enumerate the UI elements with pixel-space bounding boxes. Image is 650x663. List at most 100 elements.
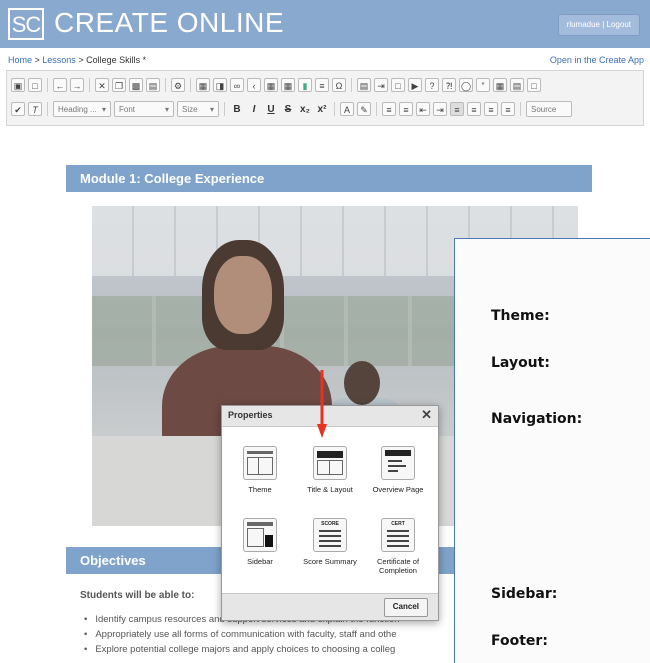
score-badge: SCORE [321,521,339,527]
fullscreen-icon[interactable]: □ [527,78,541,92]
underline-button[interactable]: U [264,104,278,115]
app-header: SC CREATE ONLINE rlumadue | Logout [0,0,650,48]
overview-page-tile[interactable]: Overview Page [368,446,428,494]
breadcrumb-current: College Skills * [86,55,147,65]
overview-page-icon [381,446,415,480]
title-layout-tile-label: Title & Layout [307,485,353,494]
book-icon[interactable]: ▮ [298,78,312,92]
bold-button[interactable]: B [230,104,244,115]
indent-block-icon[interactable]: ⇥ [374,78,388,92]
score-summary-tile[interactable]: SCORE Score Summary [300,518,360,566]
size-select-value: Size [182,105,198,114]
photo-student-head [344,361,380,405]
breadcrumb-lessons[interactable]: Lessons [42,55,76,65]
text-color-icon[interactable]: A [340,102,354,116]
sidebar-tile-label: Sidebar [247,557,273,566]
open-in-app-link[interactable]: Open in the Create App [550,55,644,65]
toolbar-divider [520,102,521,116]
align-left-icon[interactable]: ≡ [450,102,464,116]
question-set-icon[interactable]: ⁈ [442,78,456,92]
remove-format-icon[interactable]: T [28,102,42,116]
annotation-arrow-icon [317,370,327,438]
breadcrumb-home[interactable]: Home [8,55,32,65]
image-icon[interactable]: ▦ [196,78,210,92]
grid-icon[interactable]: ▦ [264,78,278,92]
blockquote-icon[interactable]: ” [476,78,490,92]
title-layout-tile[interactable]: Title & Layout [300,446,360,494]
italic-button[interactable]: I [247,104,261,115]
layout-icon[interactable]: ▤ [510,78,524,92]
breadcrumb-sep: > [32,55,43,65]
align-right-icon[interactable]: ≡ [484,102,498,116]
align-center-icon[interactable]: ≡ [467,102,481,116]
theme-label: Theme: [491,308,550,324]
link-icon[interactable]: ∞ [230,78,244,92]
numbered-list-icon[interactable]: ≡ [382,102,396,116]
sidebar-tile[interactable]: Sidebar [230,518,290,566]
align-justify-icon[interactable]: ≡ [501,102,515,116]
sidebar-label: Sidebar: [491,586,558,602]
size-select[interactable]: Size ▾ [177,101,219,117]
breadcrumb: Home > Lessons > College Skills * [8,55,146,65]
anchor-icon[interactable]: ◯ [459,78,473,92]
toolbar-row-2: ✔ T Heading ... ▾ Font ▾ Size ▾ B I U S x₂ … [11,100,572,118]
code-icon[interactable]: ‹ [247,78,261,92]
properties-summary-panel: Theme: Layout: Navigation: Sidebar: Foot… [454,238,650,663]
indent-icon[interactable]: ⇥ [433,102,447,116]
undo-icon[interactable]: ← [53,78,67,92]
chevron-down-icon: ▾ [101,105,106,114]
close-icon[interactable]: ✕ [421,407,432,423]
redo-icon[interactable]: → [70,78,84,92]
paste-icon[interactable]: ▩ [129,78,143,92]
help-icon[interactable]: ? [425,78,439,92]
title-layout-icon [313,446,347,480]
sidebar-layout-icon [243,518,277,552]
outdent-icon[interactable]: ⇤ [416,102,430,116]
user-logout-button[interactable]: rlumadue | Logout [557,14,640,36]
save-icon[interactable]: ▣ [11,78,25,92]
glossary-icon[interactable]: ▦ [493,78,507,92]
photo-woman-face [214,256,272,334]
horizontal-rule-icon[interactable]: ≡ [315,78,329,92]
breadcrumb-sep: > [75,55,87,65]
superscript-button[interactable]: x² [315,104,329,115]
comment-icon[interactable]: □ [391,78,405,92]
certificate-tile[interactable]: CERT Certificate of Completion [368,518,428,575]
preview-icon[interactable]: □ [28,78,42,92]
toolbar-divider [376,102,377,116]
highlight-icon[interactable]: ✎ [357,102,371,116]
theme-tile[interactable]: Theme [230,446,290,494]
format-brush-icon[interactable]: ✔ [11,102,25,116]
paste-text-icon[interactable]: ▤ [146,78,160,92]
cut-icon[interactable]: ✕ [95,78,109,92]
chevron-down-icon: ▾ [164,105,169,114]
strikethrough-button[interactable]: S [281,104,295,115]
theme-icon [243,446,277,480]
media-icon[interactable]: ◨ [213,78,227,92]
subscript-button[interactable]: x₂ [298,104,312,115]
cert-badge: CERT [391,521,405,527]
toolbar-divider [165,78,166,92]
chevron-down-icon: ▾ [209,105,214,114]
copy-icon[interactable]: ❐ [112,78,126,92]
settings-gear-icon[interactable]: ⚙ [171,78,185,92]
toolbar-divider [334,102,335,116]
score-summary-icon: SCORE [313,518,347,552]
logo-mark: SC [8,8,44,40]
cancel-button[interactable]: Cancel [383,598,428,617]
heading-select[interactable]: Heading ... ▾ [53,101,111,117]
toolbar-divider [224,102,225,116]
toolbar-divider [47,78,48,92]
list-block-icon[interactable]: ▤ [357,78,371,92]
font-select[interactable]: Font ▾ [114,101,174,117]
theme-tile-label: Theme [248,485,272,494]
toolbar-divider [89,78,90,92]
layout-label: Layout: [491,355,550,371]
source-button[interactable]: Source [526,101,572,117]
bulleted-list-icon[interactable]: ≡ [399,102,413,116]
special-char-icon[interactable]: Ω [332,78,346,92]
score-summary-tile-label: Score Summary [303,557,357,566]
play-icon[interactable]: ▶ [408,78,422,92]
source-button-label: Source [531,105,557,114]
table-icon[interactable]: ▦ [281,78,295,92]
